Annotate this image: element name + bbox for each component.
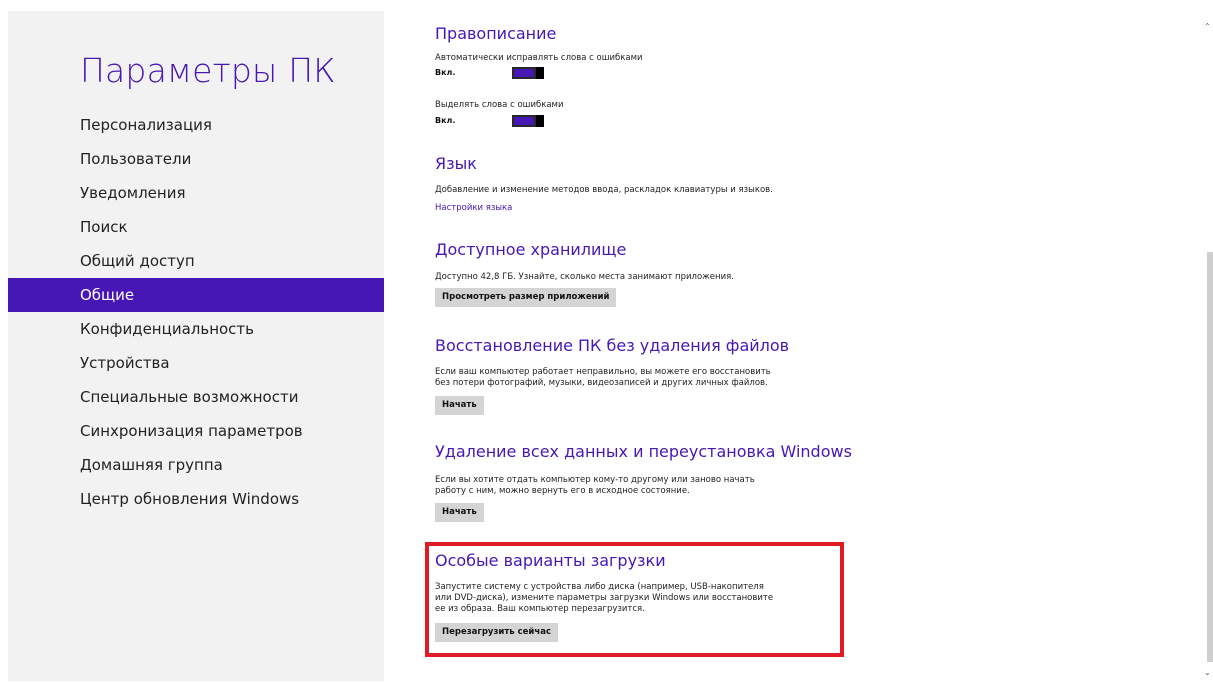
scroll-down-icon[interactable]: ⌄: [1204, 668, 1211, 677]
view-app-sizes-button[interactable]: Просмотреть размер приложений: [435, 288, 617, 307]
refresh-desc: Если ваш компьютер работает неправильно,…: [435, 367, 771, 388]
sidebar-item-sharing[interactable]: Общий доступ: [8, 244, 384, 278]
sidebar-item-search[interactable]: Поиск: [8, 210, 384, 244]
sidebar-item-devices[interactable]: Устройства: [8, 346, 384, 380]
highlight-misspelled-state: Вкл.: [435, 116, 456, 125]
sidebar-item-privacy[interactable]: Конфиденциальность: [8, 312, 384, 346]
spelling-title: Правописание: [435, 24, 557, 43]
refresh-title: Восстановление ПК без удаления файлов: [435, 336, 790, 355]
scroll-up-icon[interactable]: ⌃: [1204, 22, 1211, 31]
sidebar-item-sync-settings[interactable]: Синхронизация параметров: [8, 414, 384, 448]
autocorrect-state: Вкл.: [435, 68, 456, 77]
autocorrect-label: Автоматически исправлять слова с ошибкам…: [435, 53, 643, 63]
toggle-thumb: [536, 115, 544, 127]
sidebar-item-homegroup[interactable]: Домашняя группа: [8, 448, 384, 482]
settings-sidebar: Параметры ПК Персонализация Пользователи…: [8, 11, 384, 681]
language-desc: Добавление и изменение методов ввода, ра…: [435, 185, 773, 195]
reset-desc: Если вы хотите отдать компьютер кому-то …: [435, 475, 755, 496]
page-title: Параметры ПК: [80, 51, 336, 90]
sidebar-item-ease-of-access[interactable]: Специальные возможности: [8, 380, 384, 414]
sidebar-item-personalization[interactable]: Персонализация: [8, 108, 384, 142]
vertical-scrollbar[interactable]: ⌃ ⌄: [1203, 0, 1213, 682]
language-title: Язык: [435, 154, 477, 173]
storage-title: Доступное хранилище: [435, 240, 627, 259]
toggle-track: [512, 115, 536, 127]
scroll-thumb[interactable]: [1207, 252, 1213, 662]
sidebar-item-notifications[interactable]: Уведомления: [8, 176, 384, 210]
highlight-misspelled-label: Выделять слова с ошибками: [435, 100, 564, 110]
storage-desc: Доступно 42,8 ГБ. Узнайте, сколько места…: [435, 272, 734, 282]
reset-start-button[interactable]: Начать: [435, 503, 484, 522]
toggle-thumb: [536, 67, 544, 79]
sidebar-item-windows-update[interactable]: Центр обновления Windows: [8, 482, 384, 516]
sidebar-item-general[interactable]: Общие: [8, 278, 384, 312]
toggle-track: [512, 67, 536, 79]
sidebar-item-users[interactable]: Пользователи: [8, 142, 384, 176]
sidebar-nav: Персонализация Пользователи Уведомления …: [8, 108, 384, 516]
refresh-start-button[interactable]: Начать: [435, 396, 484, 415]
highlight-misspelled-toggle[interactable]: [512, 115, 544, 127]
language-settings-link[interactable]: Настройки языка: [435, 203, 512, 213]
advanced-startup-highlight-box: [425, 542, 844, 657]
reset-title: Удаление всех данных и переустановка Win…: [435, 442, 852, 461]
autocorrect-toggle[interactable]: [512, 67, 544, 79]
